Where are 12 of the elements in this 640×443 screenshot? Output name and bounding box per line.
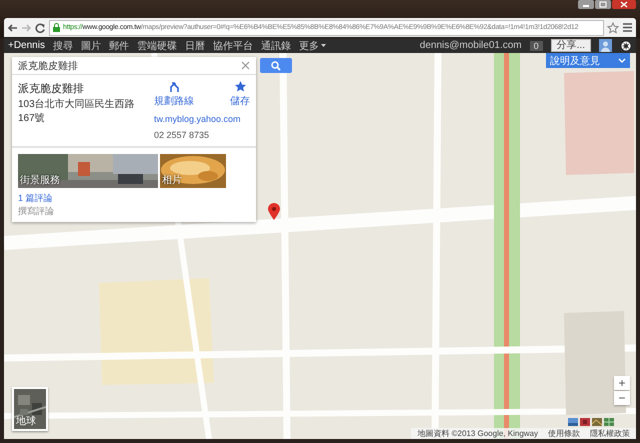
nav-link[interactable]: 日曆 — [184, 38, 205, 52]
nav-link[interactable]: 通訊錄 — [260, 38, 291, 52]
nav-link[interactable]: 雲端硬碟 — [136, 38, 177, 52]
account-email[interactable]: dennis@mobile01.com — [420, 40, 522, 51]
nav-link[interactable]: 郵件 — [108, 38, 129, 52]
nav-link[interactable]: 協作平台 — [212, 38, 253, 52]
nav-link[interactable]: +Dennis — [8, 40, 45, 51]
notification-count[interactable]: 0 — [530, 40, 543, 50]
nav-link[interactable]: 更多 — [298, 38, 326, 52]
nav-link[interactable]: 圖片 — [80, 38, 101, 52]
share-button[interactable]: 分享... — [550, 39, 591, 52]
nav-link[interactable]: 搜尋 — [52, 38, 73, 52]
